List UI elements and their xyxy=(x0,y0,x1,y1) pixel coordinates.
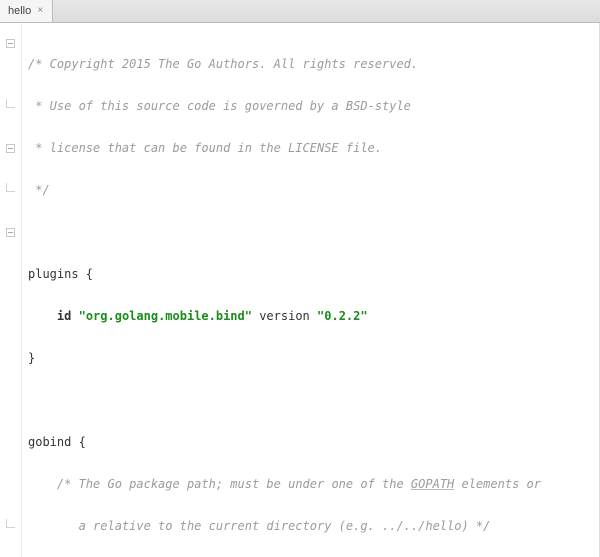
code-editor[interactable]: /* Copyright 2015 The Go Authors. All ri… xyxy=(0,23,600,557)
copyright-comment: /* Copyright 2015 The Go Authors. All ri… xyxy=(28,57,418,71)
gutter-line xyxy=(0,117,21,138)
gutter-line xyxy=(0,348,21,369)
gutter-line xyxy=(0,474,21,495)
gutter-line xyxy=(0,96,21,117)
comment-text: a relative to the current directory (e.g… xyxy=(28,519,490,533)
gutter-line xyxy=(0,180,21,201)
plugin-id-string: "org.golang.mobile.bind" xyxy=(79,309,252,323)
tab-bar: hello × xyxy=(0,0,600,23)
fold-collapse-icon[interactable] xyxy=(6,144,15,153)
plugins-block-close: } xyxy=(28,351,35,365)
gutter-line xyxy=(0,33,21,54)
tab-hello[interactable]: hello × xyxy=(0,0,53,22)
fold-end-icon xyxy=(6,183,15,192)
gutter-line xyxy=(0,54,21,75)
plugins-block-open: plugins { xyxy=(28,267,93,281)
comment-text: * Use of this source code is governed by… xyxy=(28,99,411,113)
code-area[interactable]: /* Copyright 2015 The Go Authors. All ri… xyxy=(22,23,599,557)
fold-collapse-icon[interactable] xyxy=(6,228,15,237)
plugin-version-string: "0.2.2" xyxy=(317,309,368,323)
gutter-line xyxy=(0,285,21,306)
fold-end-icon xyxy=(6,519,15,528)
gutter-line xyxy=(0,75,21,96)
gutter-line xyxy=(0,390,21,411)
gutter-line xyxy=(0,138,21,159)
fold-end-icon xyxy=(6,99,15,108)
comment-text: * license that can be found in the LICEN… xyxy=(28,141,382,155)
gutter-line xyxy=(0,495,21,516)
fold-collapse-icon[interactable] xyxy=(6,39,15,48)
gutter-line xyxy=(0,411,21,432)
fold-gutter xyxy=(0,23,22,557)
gutter-line xyxy=(0,516,21,537)
gobind-block-open: gobind { xyxy=(28,435,86,449)
gutter-line xyxy=(0,159,21,180)
close-icon[interactable]: × xyxy=(36,7,44,15)
gutter-line xyxy=(0,369,21,390)
gutter-line xyxy=(0,243,21,264)
gutter-line xyxy=(0,453,21,474)
gutter-line xyxy=(0,306,21,327)
gutter-line xyxy=(0,432,21,453)
gutter-line xyxy=(0,222,21,243)
comment-text: */ xyxy=(28,183,50,197)
id-keyword: id xyxy=(57,309,71,323)
tab-label: hello xyxy=(8,5,31,17)
gutter-line xyxy=(0,264,21,285)
gutter-line xyxy=(0,201,21,222)
gutter-line xyxy=(0,327,21,348)
